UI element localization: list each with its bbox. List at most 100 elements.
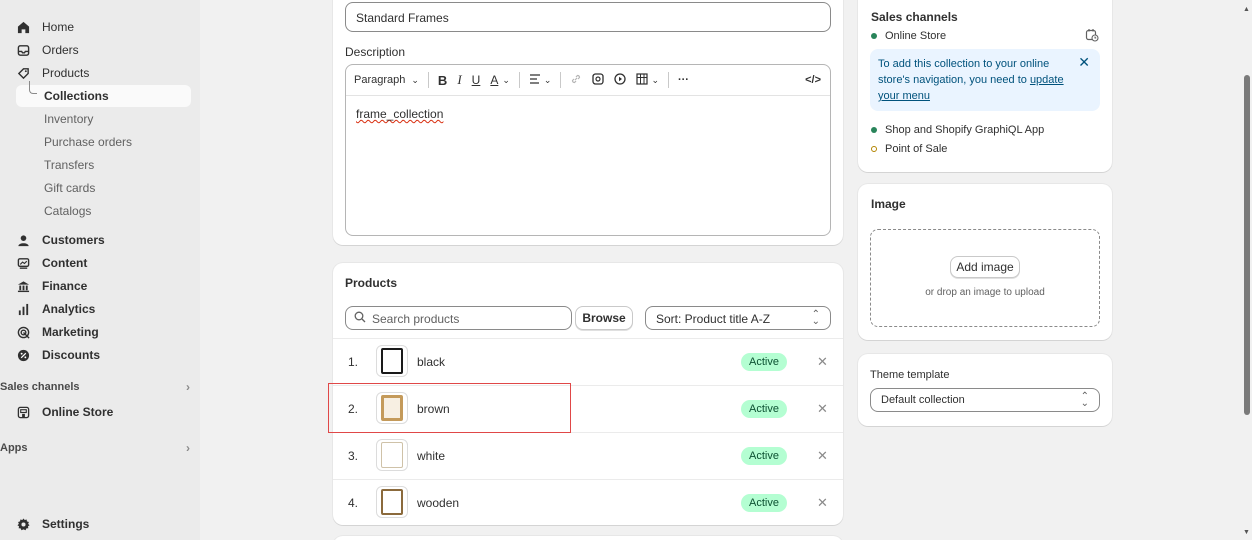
home-icon	[16, 20, 30, 34]
table-row[interactable]: 3. white Active ✕	[333, 432, 843, 478]
remove-icon[interactable]: ✕	[817, 401, 828, 417]
editor-toolbar: Paragraph ⌄ B I U A ⌄ ⌄ ⌄ ··· </>	[346, 66, 830, 94]
product-thumbnail[interactable]	[376, 345, 408, 377]
product-name[interactable]: wooden	[417, 496, 459, 510]
row-index: 3.	[348, 448, 359, 463]
nav-orders[interactable]: Orders	[16, 39, 79, 61]
scroll-down-icon[interactable]: ▼	[1243, 529, 1250, 536]
toolbar-divider	[667, 72, 669, 88]
chevron-down-icon: ⌄	[502, 74, 510, 85]
theme-template-label: Theme template	[870, 369, 950, 381]
scrollbar-thumb[interactable]	[1244, 75, 1250, 415]
apps-section[interactable]: Apps ›	[0, 438, 190, 458]
row-index: 4.	[348, 495, 359, 510]
more-button[interactable]: ···	[673, 70, 694, 90]
remove-icon[interactable]: ✕	[817, 495, 828, 511]
channel-pos: Point of Sale	[871, 143, 947, 155]
sort-select[interactable]: Sort: Product title A-Z ⌃ ⌄	[645, 306, 831, 330]
image-heading: Image	[871, 197, 906, 211]
search-placeholder: Search products	[372, 312, 460, 326]
nav-settings[interactable]: Settings	[16, 513, 89, 535]
nav-orders-label: Orders	[42, 43, 79, 57]
close-icon[interactable]: ✕	[1078, 54, 1090, 71]
status-badge: Active	[741, 399, 787, 418]
nav-home[interactable]: Home	[16, 16, 74, 38]
remove-icon[interactable]: ✕	[817, 354, 828, 370]
link-button[interactable]	[565, 70, 587, 90]
paragraph-select[interactable]: Paragraph ⌄	[346, 70, 424, 90]
video-button[interactable]	[609, 70, 631, 90]
image-icon	[592, 72, 605, 88]
sales-channels-section[interactable]: Sales channels ›	[0, 377, 190, 397]
nav-products[interactable]: Products	[16, 62, 89, 84]
next-card	[333, 536, 843, 540]
banner-text: To add this collection to your online st…	[878, 56, 1068, 104]
search-products-input[interactable]: Search products	[345, 306, 572, 330]
image-button[interactable]	[587, 70, 609, 90]
nav-settings-label: Settings	[42, 517, 90, 531]
status-dot-icon	[871, 146, 877, 152]
status-badge: Active	[741, 352, 787, 371]
sort-label: Sort: Product title A-Z	[656, 312, 771, 326]
discount-icon	[16, 348, 30, 362]
table-row[interactable]: 1. black Active ✕	[333, 338, 843, 384]
content-icon	[16, 256, 30, 270]
nav-catalogs[interactable]: Catalogs	[44, 200, 91, 222]
nav-collections[interactable]: Collections	[16, 81, 191, 107]
play-icon	[614, 72, 627, 88]
frame-image	[381, 348, 403, 374]
status-dot-icon	[871, 127, 877, 133]
bar-chart-icon	[16, 302, 30, 316]
nav-discounts[interactable]: Discounts	[16, 344, 100, 366]
toolbar-divider	[518, 72, 520, 88]
description-text[interactable]: frame_collection	[356, 107, 443, 121]
status-badge: Active	[741, 493, 787, 512]
channel-online-store-label: Online Store	[885, 30, 947, 42]
bold-button[interactable]: B	[433, 70, 452, 90]
product-thumbnail[interactable]	[376, 439, 408, 471]
editor-divider	[346, 95, 830, 96]
nav-inventory[interactable]: Inventory	[44, 108, 93, 130]
nav-gift-cards[interactable]: Gift cards	[44, 177, 95, 199]
nav-customers[interactable]: Customers	[16, 229, 105, 251]
schedule-icon[interactable]	[1085, 28, 1099, 45]
code-view-button[interactable]: </>	[800, 70, 826, 90]
nav-finance[interactable]: Finance	[16, 275, 87, 297]
nav-analytics[interactable]: Analytics	[16, 298, 95, 320]
nav-marketing[interactable]: Marketing	[16, 321, 99, 343]
nav-products-label: Products	[42, 66, 90, 80]
nav-online-store-label: Online Store	[42, 405, 114, 419]
table-row[interactable]: 4. wooden Active ✕	[333, 479, 843, 525]
nav-transfers[interactable]: Transfers	[44, 154, 94, 176]
theme-template-select[interactable]: Default collection ⌃ ⌄	[870, 388, 1100, 412]
nav-purchase-orders[interactable]: Purchase orders	[44, 131, 132, 153]
select-arrows-icon: ⌃ ⌄	[1080, 391, 1089, 409]
text-color-label: A	[490, 73, 499, 87]
product-name[interactable]: white	[417, 449, 445, 463]
nav-customers-label: Customers	[42, 233, 105, 247]
sales-channels-label: Sales channels	[0, 381, 80, 393]
align-button[interactable]: ⌄	[524, 70, 557, 90]
channel-pos-label: Point of Sale	[885, 143, 948, 155]
nav-online-store[interactable]: Online Store	[16, 401, 113, 423]
text-color-button[interactable]: A ⌄	[485, 70, 515, 90]
browse-button[interactable]: Browse	[575, 306, 633, 330]
product-name[interactable]: black	[417, 355, 445, 369]
title-input[interactable]: Standard Frames	[345, 2, 831, 32]
nav-content[interactable]: Content	[16, 252, 87, 274]
scroll-up-icon[interactable]: ▲	[1243, 6, 1250, 13]
product-thumbnail[interactable]	[376, 486, 408, 518]
image-dropzone[interactable]	[870, 229, 1100, 327]
nav-analytics-label: Analytics	[42, 302, 96, 316]
status-badge: Active	[741, 446, 787, 465]
channel-shop-app: Shop and Shopify GraphiQL App	[871, 124, 1044, 136]
sidebar: Home Orders Products Collections Invento…	[0, 0, 200, 540]
underline-button[interactable]: U	[467, 70, 486, 90]
nav-discounts-label: Discounts	[42, 348, 101, 362]
remove-icon[interactable]: ✕	[817, 448, 828, 464]
table-button[interactable]: ⌄	[631, 70, 664, 90]
products-heading: Products	[345, 276, 398, 290]
add-image-button[interactable]: Add image	[950, 256, 1020, 278]
storefront-icon	[16, 405, 30, 419]
italic-button[interactable]: I	[452, 70, 466, 90]
